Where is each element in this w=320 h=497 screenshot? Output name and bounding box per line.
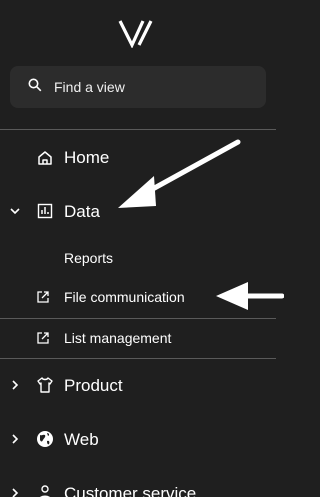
chevron-right-icon — [12, 434, 19, 444]
sub-item-list-management[interactable]: List management — [0, 327, 276, 349]
shirt-icon — [37, 377, 53, 393]
sub-item-reports[interactable]: Reports — [0, 247, 276, 269]
nav-item-label: Home — [64, 148, 110, 167]
divider — [0, 358, 276, 359]
nav-item-label: Web — [64, 430, 99, 449]
sub-item-label: List management — [64, 330, 172, 346]
external-link-icon — [37, 291, 49, 303]
nav-item-label: Data — [64, 202, 100, 221]
nav-item-web[interactable]: Web — [0, 425, 276, 455]
person-icon — [40, 485, 50, 497]
nav-item-data[interactable]: Data — [0, 196, 276, 226]
divider — [0, 318, 276, 319]
chart-icon — [37, 203, 53, 219]
search-icon — [28, 78, 42, 92]
external-link-icon — [37, 332, 49, 344]
logo-icon — [118, 20, 153, 48]
divider — [0, 129, 276, 130]
search-input[interactable]: Find a view — [10, 66, 266, 108]
nav-item-label: Customer service — [64, 484, 197, 497]
nav-item-product[interactable]: Product — [0, 371, 276, 401]
sub-item-file-communication[interactable]: File communication — [0, 286, 276, 308]
nav-item-home[interactable]: Home — [0, 142, 276, 172]
globe-icon — [37, 431, 53, 447]
chevron-right-icon — [12, 380, 19, 390]
chevron-down-icon — [10, 208, 20, 215]
home-icon — [38, 151, 52, 165]
nav-item-label: Product — [64, 376, 123, 395]
chevron-right-icon — [12, 488, 19, 497]
sub-item-label: File communication — [64, 289, 185, 305]
search-placeholder: Find a view — [54, 79, 125, 95]
sub-item-label: Reports — [64, 250, 114, 266]
nav-item-customer-service[interactable]: Customer service — [0, 479, 276, 497]
